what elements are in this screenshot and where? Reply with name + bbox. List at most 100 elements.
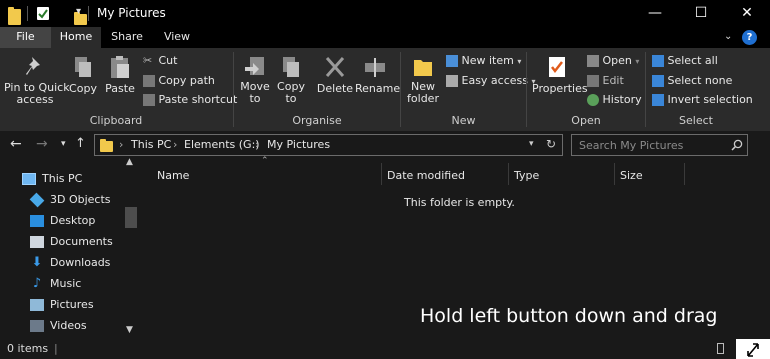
scroll-up-icon[interactable]: ▲: [126, 157, 133, 167]
copy-to-button[interactable]: Copy to: [274, 52, 308, 110]
column-header-size[interactable]: Size: [620, 164, 643, 188]
dropdown-arrow-icon: ▾: [635, 57, 640, 66]
recent-locations-icon[interactable]: ▾: [61, 139, 66, 149]
minimize-button[interactable]: —: [632, 0, 678, 27]
delete-button[interactable]: Delete: [314, 52, 356, 110]
pin-label: Pin to Quick access: [4, 81, 70, 106]
sidebar-item-this-pc[interactable]: This PC: [22, 168, 82, 189]
scroll-down-icon[interactable]: ▼: [126, 325, 133, 335]
close-button[interactable]: ✕: [724, 0, 770, 27]
address-bar[interactable]: › This PC › Elements (G:) › My Pictures …: [94, 134, 563, 156]
open-label: Open: [602, 54, 632, 67]
tab-home[interactable]: Home: [51, 27, 101, 48]
search-input[interactable]: Search My Pictures: [571, 134, 748, 156]
delete-label: Delete: [316, 82, 354, 95]
new-item-icon: [446, 55, 458, 67]
copy-label: Copy: [69, 82, 97, 95]
help-icon[interactable]: ?: [742, 30, 757, 45]
copy-button[interactable]: Copy: [68, 52, 98, 110]
sidebar-item-downloads[interactable]: ⬇ Downloads: [30, 252, 111, 273]
sidebar-item-label: Pictures: [50, 298, 94, 311]
forward-icon[interactable]: →: [36, 136, 48, 152]
column-divider[interactable]: [614, 163, 615, 185]
open-icon: [587, 55, 599, 67]
column-header-type[interactable]: Type: [514, 164, 539, 188]
search-icon: [731, 139, 743, 151]
sidebar-item-videos[interactable]: Videos: [30, 315, 87, 336]
sidebar-item-label: Desktop: [50, 214, 96, 227]
select-all-label: Select all: [667, 54, 718, 67]
back-icon[interactable]: ←: [10, 136, 22, 152]
copy-path-icon: [143, 75, 155, 87]
sidebar-scrollbar[interactable]: ▲ ▼: [124, 157, 138, 339]
paste-shortcut-button[interactable]: Paste shortcut: [143, 93, 237, 106]
column-header-date-modified[interactable]: Date modified: [387, 164, 465, 188]
properties-qat-icon[interactable]: [37, 7, 49, 20]
column-header-name[interactable]: Name: [157, 164, 189, 188]
empty-folder-message: This folder is empty.: [404, 196, 515, 209]
sidebar-item-music[interactable]: ♪ Music: [30, 273, 81, 294]
select-none-button[interactable]: Select none: [652, 74, 732, 87]
rename-button[interactable]: Rename: [355, 52, 401, 110]
scrollbar-thumb[interactable]: [125, 207, 137, 228]
breadcrumb-separator-icon: ›: [255, 138, 260, 151]
copy-path-button[interactable]: Copy path: [143, 74, 215, 87]
paste-icon: [111, 56, 129, 78]
edit-button[interactable]: Edit: [587, 74, 624, 87]
sidebar-item-label: 3D Objects: [50, 193, 111, 206]
move-to-label: Move to: [240, 80, 270, 105]
paste-button[interactable]: Paste: [104, 52, 136, 110]
history-label: History: [602, 93, 642, 106]
edit-icon: [587, 75, 599, 87]
column-divider[interactable]: [381, 163, 382, 185]
sidebar-item-label: Music: [50, 277, 82, 290]
move-to-button[interactable]: Move to: [238, 52, 272, 110]
group-label-select: Select: [679, 114, 713, 127]
cut-button[interactable]: ✂ Cut: [143, 54, 177, 67]
tab-share[interactable]: Share: [101, 27, 153, 48]
pc-icon: [22, 173, 36, 185]
breadcrumb-elements[interactable]: Elements (G:): [184, 138, 260, 151]
qat-dropdown-icon[interactable]: ▾: [76, 6, 81, 17]
rename-label: Rename: [355, 82, 401, 95]
select-all-button[interactable]: Select all: [652, 54, 718, 67]
refresh-icon[interactable]: ↻: [546, 137, 556, 151]
breadcrumb-separator-icon: ›: [173, 138, 178, 151]
properties-icon: [549, 57, 565, 77]
up-icon[interactable]: ↑: [75, 136, 86, 151]
new-folder-button[interactable]: New folder: [404, 52, 442, 110]
breadcrumb-my-pictures[interactable]: My Pictures: [267, 138, 330, 151]
select-all-icon: [652, 55, 664, 67]
invert-selection-button[interactable]: Invert selection: [652, 93, 753, 106]
window-title: My Pictures: [97, 6, 166, 20]
folder-icon: [8, 7, 21, 25]
collapse-ribbon-icon[interactable]: ⌄: [724, 31, 732, 42]
history-button[interactable]: History: [587, 93, 642, 106]
pin-to-quick-access-button[interactable]: Pin to Quick access: [4, 52, 70, 110]
tab-view[interactable]: View: [153, 27, 201, 48]
details-view-icon[interactable]: [717, 343, 724, 354]
music-icon: ♪: [32, 276, 42, 291]
sidebar-item-label: This PC: [42, 172, 83, 185]
breadcrumb-this-pc[interactable]: This PC: [131, 138, 171, 151]
pictures-icon: [30, 299, 44, 311]
column-divider[interactable]: [684, 163, 685, 185]
sidebar-item-documents[interactable]: Documents: [30, 231, 113, 252]
tab-file[interactable]: File: [0, 27, 51, 48]
sidebar-item-3d-objects[interactable]: 3D Objects: [29, 189, 111, 210]
desktop-icon: [30, 215, 44, 227]
open-button[interactable]: Open ▾: [587, 54, 639, 67]
new-item-button[interactable]: New item ▾: [446, 54, 521, 67]
column-divider[interactable]: [508, 163, 509, 185]
sidebar-item-pictures[interactable]: Pictures: [30, 294, 94, 315]
paste-shortcut-label: Paste shortcut: [158, 93, 238, 106]
title-separator: [88, 6, 89, 21]
maximize-button[interactable]: ☐: [678, 0, 724, 27]
sidebar-item-desktop[interactable]: Desktop: [30, 210, 95, 231]
address-dropdown-icon[interactable]: ▾: [529, 139, 534, 149]
easy-access-button[interactable]: Easy access ▾: [446, 74, 536, 87]
copy-to-label: Copy to: [277, 80, 305, 105]
status-bar: 0 items |: [0, 339, 770, 359]
large-icons-view-icon[interactable]: [736, 339, 770, 359]
properties-button[interactable]: Properties: [532, 52, 588, 110]
